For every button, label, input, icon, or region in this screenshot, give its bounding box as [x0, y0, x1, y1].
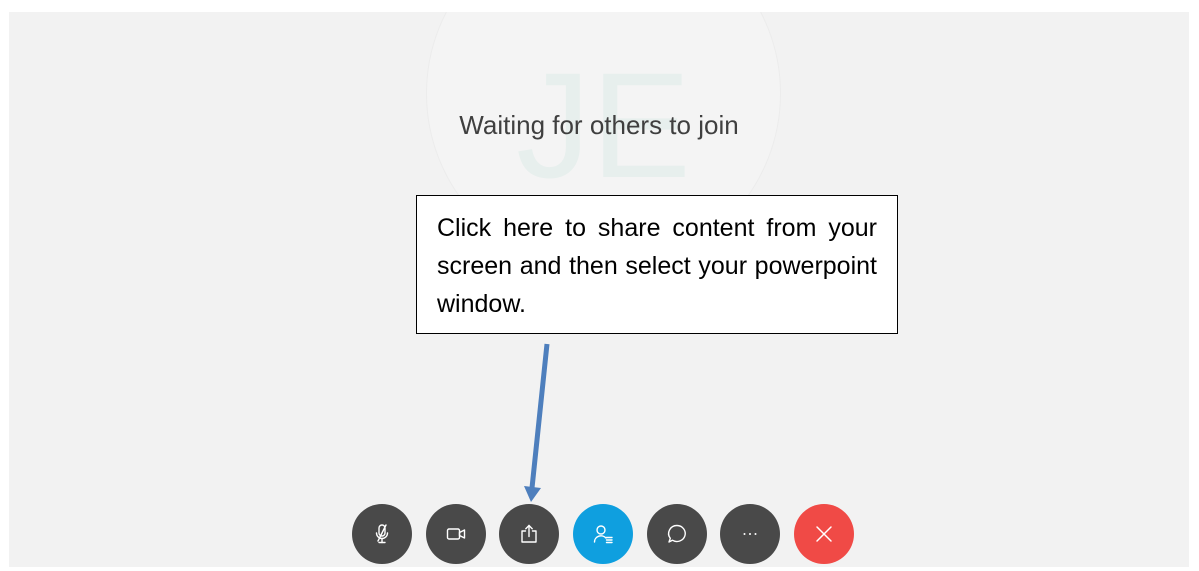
participants-button[interactable] [573, 504, 633, 564]
more-options-button[interactable] [720, 504, 780, 564]
participants-icon [591, 522, 615, 546]
waiting-status-text: Waiting for others to join [459, 110, 739, 140]
video-camera-icon [444, 522, 468, 546]
instruction-callout: Click here to share content from your sc… [416, 195, 898, 334]
chat-bubble-icon [665, 522, 689, 546]
call-controls-toolbar [0, 504, 1199, 564]
share-upload-icon [517, 522, 541, 546]
video-button[interactable] [426, 504, 486, 564]
ellipsis-icon [738, 522, 762, 546]
leave-meeting-button[interactable] [794, 504, 854, 564]
share-content-button[interactable] [499, 504, 559, 564]
chat-button[interactable] [647, 504, 707, 564]
close-icon [812, 522, 836, 546]
callout-text: Click here to share content from your sc… [437, 214, 877, 318]
microphone-muted-icon [370, 522, 394, 546]
mute-button[interactable] [352, 504, 412, 564]
